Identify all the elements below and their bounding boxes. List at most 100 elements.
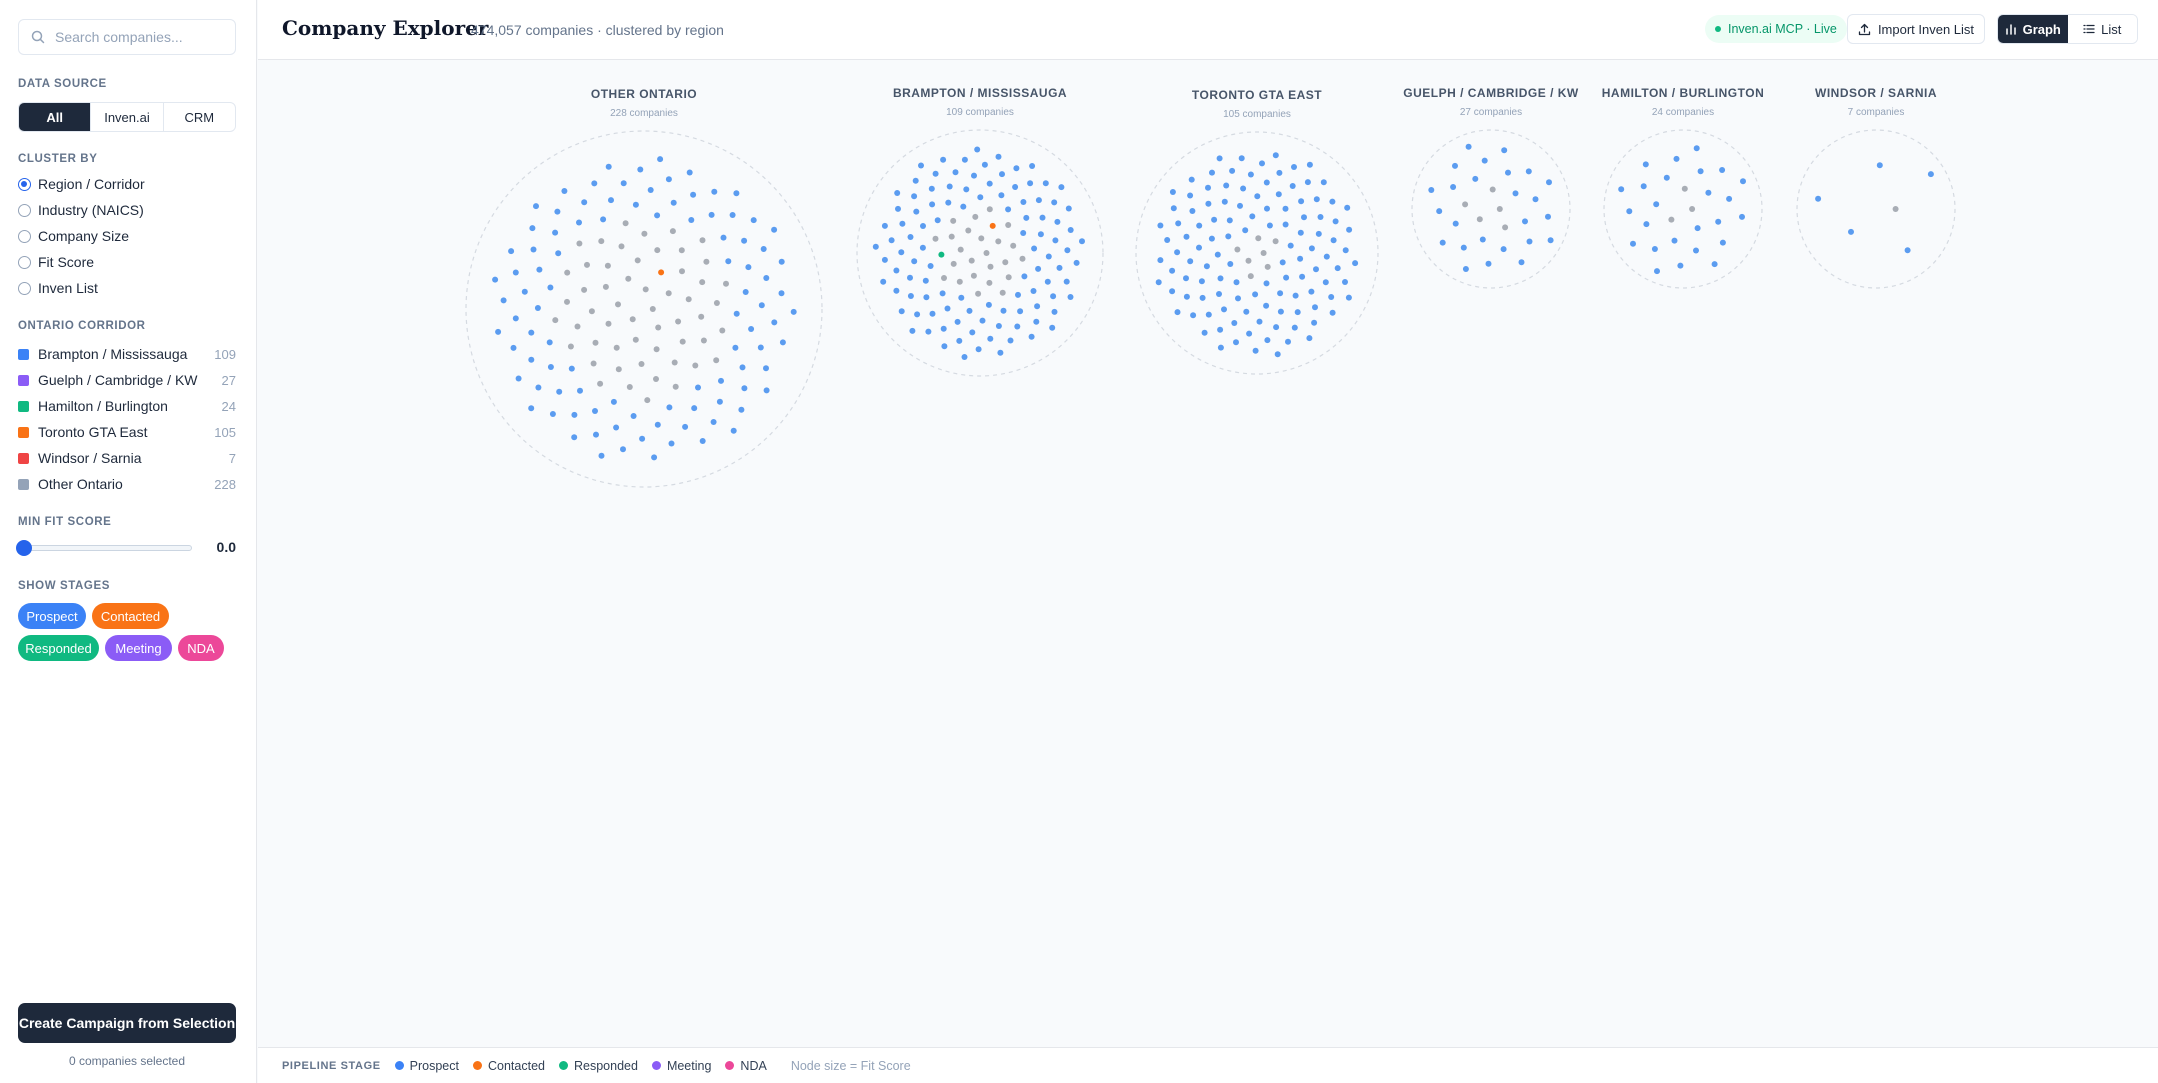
company-node-prospect[interactable] bbox=[1217, 344, 1224, 351]
company-node-prospect[interactable] bbox=[999, 171, 1005, 178]
company-node-prospect[interactable] bbox=[711, 188, 718, 195]
corridor-item[interactable]: Guelph / Cambridge / KW 27 bbox=[18, 372, 236, 388]
company-node-prospect[interactable] bbox=[1282, 221, 1289, 228]
company-node-prospect[interactable] bbox=[881, 256, 888, 263]
company-node-prospect[interactable] bbox=[898, 308, 905, 315]
company-node-prospect[interactable] bbox=[1233, 279, 1240, 286]
company-node-other[interactable] bbox=[669, 228, 676, 235]
company-node-prospect[interactable] bbox=[925, 328, 932, 335]
company-node-prospect[interactable] bbox=[1299, 273, 1306, 280]
company-node-prospect[interactable] bbox=[911, 258, 918, 265]
company-node-other[interactable] bbox=[950, 260, 957, 267]
company-node-prospect[interactable] bbox=[1174, 249, 1181, 256]
company-node-prospect[interactable] bbox=[1039, 214, 1046, 221]
company-node-prospect[interactable] bbox=[918, 162, 924, 169]
company-node-prospect[interactable] bbox=[907, 293, 914, 299]
company-node-prospect[interactable] bbox=[512, 315, 519, 322]
company-node-prospect[interactable] bbox=[686, 169, 693, 176]
company-node-prospect[interactable] bbox=[613, 424, 620, 431]
company-node-other[interactable] bbox=[699, 279, 706, 286]
company-node-prospect[interactable] bbox=[1067, 294, 1074, 300]
company-node-prospect[interactable] bbox=[998, 192, 1005, 199]
company-node-other[interactable] bbox=[649, 306, 656, 312]
company-node-prospect[interactable] bbox=[1485, 260, 1492, 267]
company-node-prospect[interactable] bbox=[716, 398, 723, 405]
company-node-prospect[interactable] bbox=[979, 317, 986, 324]
company-node-prospect[interactable] bbox=[1183, 275, 1189, 282]
company-node-prospect[interactable] bbox=[1054, 218, 1061, 225]
company-node-prospect[interactable] bbox=[934, 217, 941, 224]
company-node-prospect[interactable] bbox=[1272, 152, 1279, 159]
company-node-prospect[interactable] bbox=[1711, 261, 1718, 268]
company-node-prospect[interactable] bbox=[1229, 167, 1236, 174]
radio-checked-icon[interactable] bbox=[18, 177, 31, 191]
company-node-other[interactable] bbox=[948, 233, 955, 240]
company-node-prospect[interactable] bbox=[907, 234, 914, 240]
company-node-other[interactable] bbox=[598, 238, 605, 245]
company-node-prospect[interactable] bbox=[961, 354, 968, 360]
company-node-prospect[interactable] bbox=[651, 454, 658, 461]
company-node-other[interactable] bbox=[597, 380, 604, 387]
stage-chip-meeting[interactable]: Meeting bbox=[105, 635, 172, 661]
company-node-prospect[interactable] bbox=[1157, 222, 1164, 229]
company-node-prospect[interactable] bbox=[1169, 267, 1176, 274]
company-node-prospect[interactable] bbox=[1216, 291, 1222, 297]
cluster-group[interactable]: OTHER ONTARIO 228 companies bbox=[465, 87, 823, 488]
company-node-prospect[interactable] bbox=[966, 307, 973, 314]
company-node-other[interactable] bbox=[987, 263, 994, 270]
company-node-other[interactable] bbox=[978, 235, 985, 242]
company-node-prospect[interactable] bbox=[530, 246, 537, 253]
company-node-other[interactable] bbox=[995, 238, 1002, 245]
company-node-prospect[interactable] bbox=[1169, 189, 1176, 195]
company-node-prospect[interactable] bbox=[556, 388, 563, 395]
company-node-prospect[interactable] bbox=[1904, 247, 1911, 254]
company-node-prospect[interactable] bbox=[1217, 275, 1224, 282]
company-node-other[interactable] bbox=[986, 206, 993, 213]
company-node-prospect[interactable] bbox=[1203, 263, 1210, 270]
company-node-prospect[interactable] bbox=[1465, 143, 1472, 150]
company-node-prospect[interactable] bbox=[1304, 179, 1311, 186]
company-node-prospect[interactable] bbox=[1677, 262, 1684, 269]
company-node-prospect[interactable] bbox=[1029, 163, 1036, 169]
company-node-prospect[interactable] bbox=[1308, 288, 1315, 295]
company-node-prospect[interactable] bbox=[1276, 169, 1283, 176]
company-node-prospect[interactable] bbox=[529, 225, 536, 232]
company-node-prospect[interactable] bbox=[1201, 329, 1208, 336]
company-node-prospect[interactable] bbox=[690, 191, 697, 198]
company-node-prospect[interactable] bbox=[1643, 221, 1650, 228]
company-node-prospect[interactable] bbox=[987, 335, 994, 342]
company-node-other[interactable] bbox=[644, 397, 651, 404]
company-node-prospect[interactable] bbox=[592, 408, 598, 414]
company-node-prospect[interactable] bbox=[1642, 161, 1649, 168]
company-node-prospect[interactable] bbox=[927, 263, 934, 269]
company-node-other[interactable] bbox=[1002, 259, 1009, 266]
company-node-prospect[interactable] bbox=[1282, 205, 1289, 212]
company-node-prospect[interactable] bbox=[741, 385, 748, 392]
company-node-prospect[interactable] bbox=[1275, 191, 1282, 198]
company-node-prospect[interactable] bbox=[1505, 169, 1511, 176]
company-node-other[interactable] bbox=[1489, 186, 1496, 193]
company-node-other[interactable] bbox=[672, 383, 679, 390]
company-node-prospect[interactable] bbox=[1739, 213, 1745, 220]
company-node-other[interactable] bbox=[723, 280, 729, 287]
company-node-other[interactable] bbox=[605, 320, 612, 327]
company-node-prospect[interactable] bbox=[1329, 198, 1336, 205]
company-node-prospect[interactable] bbox=[1235, 295, 1241, 302]
cluster-boundary[interactable] bbox=[465, 130, 823, 488]
company-node-prospect[interactable] bbox=[1233, 339, 1239, 346]
company-node-prospect[interactable] bbox=[1042, 180, 1049, 187]
company-node-prospect[interactable] bbox=[1345, 294, 1352, 301]
cluster-group[interactable]: TORONTO GTA EAST 105 companies bbox=[1135, 88, 1379, 375]
company-node-prospect[interactable] bbox=[1264, 337, 1271, 344]
company-node-prospect[interactable] bbox=[1312, 304, 1318, 311]
company-node-other[interactable] bbox=[1476, 216, 1483, 223]
stage-chip-nda[interactable]: NDA bbox=[178, 635, 224, 661]
company-node-prospect[interactable] bbox=[1012, 184, 1019, 190]
company-node-prospect[interactable] bbox=[750, 217, 757, 224]
company-node-prospect[interactable] bbox=[1208, 235, 1215, 242]
company-node-prospect[interactable] bbox=[1848, 228, 1854, 235]
company-node-prospect[interactable] bbox=[1266, 222, 1273, 229]
company-node-other[interactable] bbox=[692, 362, 699, 369]
company-node-prospect[interactable] bbox=[729, 212, 736, 218]
company-node-prospect[interactable] bbox=[1330, 237, 1337, 244]
